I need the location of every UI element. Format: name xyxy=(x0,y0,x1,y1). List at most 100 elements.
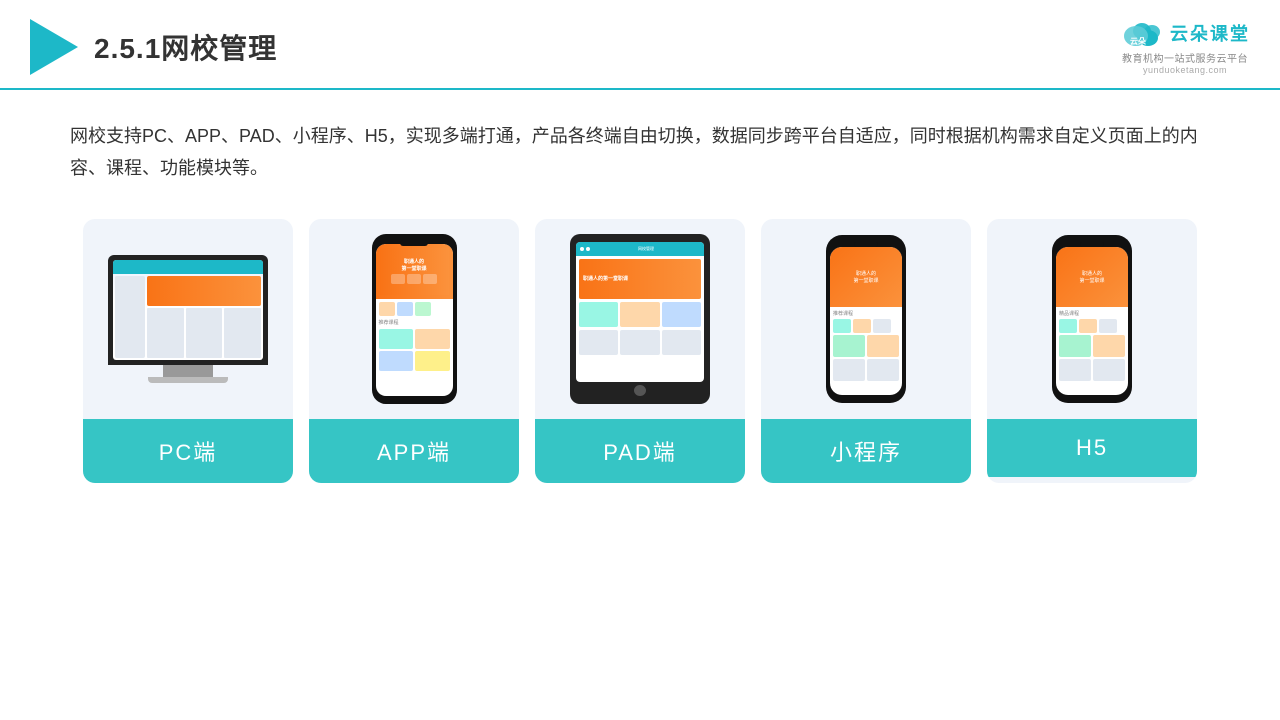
pc-mini-card-1 xyxy=(147,308,184,358)
tablet-screen: 网校管理 职通人的第一堂职课 xyxy=(576,242,704,382)
card-h5: 职通人的第一堂职课 精品课程 xyxy=(987,219,1197,483)
card-miniprogram-image: 职通人的第一堂职课 推荐课程 xyxy=(761,219,971,419)
phone-icon-2 xyxy=(397,302,413,316)
mini-row-1 xyxy=(833,319,899,333)
phone-card-row-2 xyxy=(379,351,450,371)
tablet-card-5 xyxy=(620,330,659,355)
card-app: 职通人的第一堂职课 xyxy=(309,219,519,483)
h5-box-3 xyxy=(1099,319,1117,333)
page-title: 2.5.1网校管理 xyxy=(94,27,277,67)
card-pad-label: PAD端 xyxy=(535,419,745,483)
pc-base xyxy=(148,377,228,383)
tablet-home-button xyxy=(634,385,646,396)
brand-logo: 云朵 云朵课堂 xyxy=(1120,18,1250,48)
mini-card-3 xyxy=(833,359,865,381)
card-pad: 网校管理 职通人的第一堂职课 xyxy=(535,219,745,483)
card-h5-image: 职通人的第一堂职课 精品课程 xyxy=(987,219,1197,419)
tablet-nav-dot-2 xyxy=(586,247,590,251)
tablet-nav-dot-1 xyxy=(580,247,584,251)
tablet-card-4 xyxy=(579,330,618,355)
pc-banner xyxy=(147,276,261,306)
tablet-body: 职通人的第一堂职课 xyxy=(576,256,704,382)
header-left: 2.5.1网校管理 xyxy=(30,19,277,75)
phone-mockup-app: 职通人的第一堂职课 xyxy=(372,234,457,404)
pc-screen-inner xyxy=(113,260,263,360)
mini-box-3 xyxy=(873,319,891,333)
pc-mini-card-3 xyxy=(224,308,261,358)
h5-row-1 xyxy=(1059,319,1125,333)
mini-card-4 xyxy=(867,359,899,381)
platform-cards: PC端 职通人的第一堂职课 xyxy=(0,195,1280,513)
card-miniprogram: 职通人的第一堂职课 推荐课程 xyxy=(761,219,971,483)
h5-card-2 xyxy=(1093,335,1125,357)
phone-row-1 xyxy=(379,302,450,316)
card-app-image: 职通人的第一堂职课 xyxy=(309,219,519,419)
tablet-cards-2 xyxy=(579,330,701,355)
card-pc-label: PC端 xyxy=(83,419,293,483)
pc-mini-cards xyxy=(147,308,261,358)
phone-icon-3 xyxy=(415,302,431,316)
mini-box-2 xyxy=(853,319,871,333)
tablet-card-2 xyxy=(620,302,659,327)
pc-sidebar xyxy=(115,276,145,358)
tablet-cards-1 xyxy=(579,302,701,327)
tablet-card-3 xyxy=(662,302,701,327)
mini-card-grid-1 xyxy=(833,335,899,357)
phone-icon-1 xyxy=(379,302,395,316)
mini-phone-top-text-h5: 职通人的第一堂职课 xyxy=(1077,268,1106,286)
pc-mini-card-2 xyxy=(186,308,223,358)
h5-card-3 xyxy=(1059,359,1091,381)
phone-notch-app xyxy=(400,240,428,246)
h5-card-4 xyxy=(1093,359,1125,381)
mini-phone-body-h5: 精品课程 xyxy=(1056,307,1128,395)
pc-screen-outer xyxy=(108,255,268,365)
card-pad-image: 网校管理 职通人的第一堂职课 xyxy=(535,219,745,419)
brand-name: 云朵课堂 xyxy=(1170,20,1250,46)
phone-card-2 xyxy=(415,329,450,349)
mini-phone-top-text-mp: 职通人的第一堂职课 xyxy=(851,268,880,286)
mini-phone-screen-h5: 职通人的第一堂职课 精品课程 xyxy=(1056,247,1128,395)
mini-phone-screen-mp: 职通人的第一堂职课 推荐课程 xyxy=(830,247,902,395)
pc-nav-bar xyxy=(113,260,263,274)
pc-screen-content xyxy=(113,260,263,360)
h5-card-grid-2 xyxy=(1059,359,1125,381)
mini-phone-body-mp: 推荐课程 xyxy=(830,307,902,395)
tablet-banner: 职通人的第一堂职课 xyxy=(579,259,701,299)
mini-card-1 xyxy=(833,335,865,357)
phone-card-1 xyxy=(379,329,414,349)
phone-screen-app: 职通人的第一堂职课 xyxy=(376,244,453,396)
pc-stand xyxy=(163,365,213,377)
card-pc-image xyxy=(83,219,293,419)
mini-phone-mockup-h5: 职通人的第一堂职课 精品课程 xyxy=(1052,235,1132,403)
mini-phone-mockup-mp: 职通人的第一堂职课 推荐课程 xyxy=(826,235,906,403)
page-header: 2.5.1网校管理 云朵 云朵课堂 教育机构一站式服务云平台 yunduoket… xyxy=(0,0,1280,90)
tablet-card-1 xyxy=(579,302,618,327)
h5-card-1 xyxy=(1059,335,1091,357)
logo-triangle-icon xyxy=(30,19,78,75)
pc-body xyxy=(113,274,263,360)
cloud-icon: 云朵 xyxy=(1120,18,1164,48)
mini-phone-top-mp: 职通人的第一堂职课 xyxy=(830,247,902,307)
card-app-label: APP端 xyxy=(309,419,519,483)
tablet-nav: 网校管理 xyxy=(576,242,704,256)
mini-box-1 xyxy=(833,319,851,333)
pc-mockup xyxy=(108,255,268,383)
card-h5-label: H5 xyxy=(987,419,1197,477)
brand-tagline: 教育机构一站式服务云平台 yunduoketang.com xyxy=(1122,50,1248,76)
card-miniprogram-label: 小程序 xyxy=(761,419,971,483)
mini-phone-notch-mp xyxy=(854,242,878,247)
mini-card-2 xyxy=(867,335,899,357)
description-text: 网校支持PC、APP、PAD、小程序、H5，实现多端打通，产品各终端自由切换，数… xyxy=(0,90,1280,195)
brand-area: 云朵 云朵课堂 教育机构一站式服务云平台 yunduoketang.com xyxy=(1120,18,1250,76)
phone-card-4 xyxy=(415,351,450,371)
card-pc: PC端 xyxy=(83,219,293,483)
h5-box-1 xyxy=(1059,319,1077,333)
phone-screen-top-app: 职通人的第一堂职课 xyxy=(376,244,453,299)
pc-content xyxy=(147,276,261,358)
mini-phone-top-h5: 职通人的第一堂职课 xyxy=(1056,247,1128,307)
tablet-mockup: 网校管理 职通人的第一堂职课 xyxy=(570,234,710,404)
mini-card-grid-2 xyxy=(833,359,899,381)
phone-body-app: 推荐课程 xyxy=(376,299,453,396)
mini-phone-notch-h5 xyxy=(1080,242,1104,247)
h5-box-2 xyxy=(1079,319,1097,333)
